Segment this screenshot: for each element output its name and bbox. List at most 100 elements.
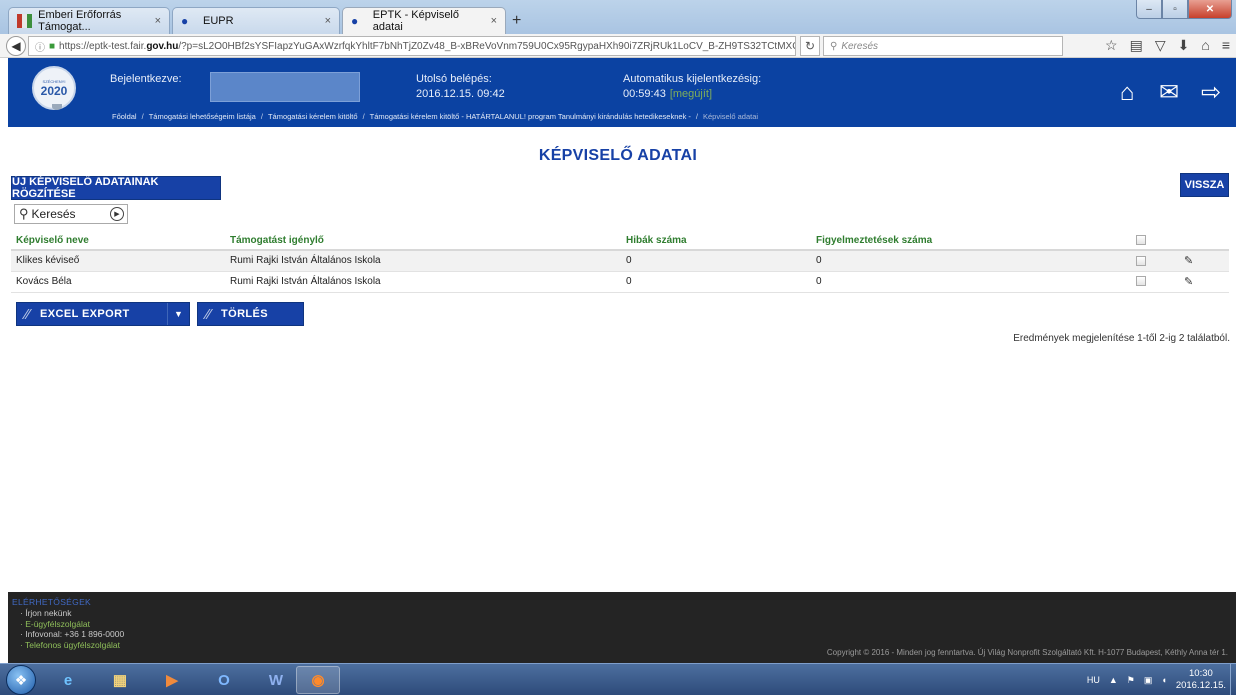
firefox-icon[interactable]: ◉ [296,666,340,694]
col-edit [1179,232,1229,251]
tab-close-icon[interactable]: × [155,15,161,27]
tab-title: Emberi Erőforrás Támogat... [38,9,122,33]
mail-icon[interactable]: ✉ [1156,80,1182,106]
representatives-table: Képviselő neve Támogatást igénylő Hibák … [11,232,1229,293]
copyright-text: Copyright © 2016 - Minden jog fenntartva… [826,648,1228,657]
tab-close-icon[interactable]: × [325,15,331,27]
info-icon: ⓘ [35,42,45,54]
address-bar[interactable]: ⓘ ■ https://eptk-test.fair. gov.hu/?p=sL2… [28,36,796,56]
clock-date: 2016.12.15. [1175,680,1226,691]
logo-pin-icon [52,104,62,110]
chevron-down-icon[interactable]: ▼ [167,303,189,325]
close-window-button[interactable]: ✕ [1188,0,1232,19]
select-all-checkbox[interactable] [1136,235,1146,246]
delete-label: TÖRLÉS [221,308,269,320]
reload-icon[interactable]: ↻ [800,36,820,56]
volume-icon[interactable]: ◖ [1161,675,1166,685]
row-checkbox[interactable] [1136,276,1146,287]
download-icon[interactable]: ⬇ [1178,37,1190,54]
cell-representative-name: Kovács Béla [11,271,225,293]
cell-select [1131,250,1179,272]
search-go-icon[interactable]: ▶ [110,207,124,221]
pencil-icon[interactable]: ✎ [1184,276,1193,288]
system-tray: HU ▲ ⚑ ▣ ◖ 10:30 2016.12.15. [1087,668,1226,692]
browser-tab-strip: Emberi Erőforrás Támogat... × ● EUPR × ●… [0,0,1236,34]
tab-eupr[interactable]: ● EUPR × [172,7,340,34]
pocket-icon[interactable]: ▽ [1155,37,1166,54]
cell-applicant: Rumi Rajki István Általános Iskola [225,271,621,293]
back-arrow-icon[interactable]: ◀ [6,36,26,56]
internet-explorer-icon[interactable]: e [46,666,90,694]
pencil-icon[interactable]: ✎ [1184,255,1193,267]
cell-applicant: Rumi Rajki István Általános Iskola [225,250,621,272]
word-icon[interactable]: W [254,666,298,694]
breadcrumb-item-fooldal[interactable]: Főoldal [112,112,137,121]
tab-emberi-eroforras[interactable]: Emberi Erőforrás Támogat... × [8,7,170,34]
bookmark-star-icon[interactable]: ☆ [1105,37,1118,54]
pin-favicon-icon: ● [181,14,189,28]
cell-warning-count: 0 [811,271,1131,293]
col-representative-name[interactable]: Képviselő neve [11,232,225,251]
breadcrumb-item-current: Képviselő adatai [703,112,759,121]
network-icon[interactable]: ▣ [1144,675,1153,686]
url-path: /?p=sL2O0HBf2sYSFIapzYuGAxWzrfqkYhltF7bN… [178,40,796,52]
language-indicator[interactable]: HU [1087,675,1100,685]
back-button[interactable]: VISSZA [1180,173,1229,197]
windows-start-icon[interactable]: ❖ [6,665,36,695]
col-select-all [1131,232,1179,251]
last-login-label: Utolsó belépés: [416,73,492,85]
action-center-flag-icon[interactable]: ⚑ [1127,675,1135,686]
col-warning-count[interactable]: Figyelmeztetések száma [811,232,1131,251]
home-icon[interactable]: ⌂ [1201,37,1209,54]
logout-icon[interactable]: ⇨ [1198,80,1224,106]
auto-logout-label: Automatikus kijelentkezésig: [623,73,762,85]
footer-link-phone-service[interactable]: · Telefonos ügyfélszolgálat [20,640,124,651]
cell-edit: ✎ [1179,250,1229,272]
minimize-button[interactable]: – [1136,0,1162,19]
last-login-value: 2016.12.15. 09:42 [416,88,505,100]
excel-export-label: EXCEL EXPORT [40,308,130,320]
footer-links: · Írjon nekünk · E-ügyfélszolgálat · Inf… [20,608,124,650]
row-checkbox[interactable] [1136,255,1146,266]
tab-close-icon[interactable]: × [491,15,497,27]
grid-search-field[interactable]: ⚲ Keresés ▶ [14,204,128,224]
paperclip-icon: ⁄⁄ [206,305,212,323]
home-icon[interactable]: ⌂ [1114,80,1140,106]
auto-logout-timer: 00:59:43 [megújít] [623,88,712,100]
cell-error-count: 0 [621,271,811,293]
menu-icon[interactable]: ≡ [1222,37,1230,54]
renew-session-link[interactable]: [megújít] [670,88,712,100]
breadcrumb-item-tamogatasi-lehetosegeim[interactable]: Támogatási lehetőségeim listája [149,112,256,121]
col-error-count[interactable]: Hibák száma [621,232,811,251]
cell-edit: ✎ [1179,271,1229,293]
outlook-icon[interactable]: O [202,666,246,694]
excel-export-button[interactable]: ⁄⁄ EXCEL EXPORT ▼ [16,302,190,326]
table-row[interactable]: Kovács Béla Rumi Rajki István Általános … [11,271,1229,293]
show-hidden-icons-icon[interactable]: ▲ [1109,675,1118,685]
breadcrumb-item-hatartalanul[interactable]: Támogatási kérelem kitöltő - HATÁRTALANU… [370,112,691,121]
table-row[interactable]: Klikes kéviseő Rumi Rajki István Általán… [11,250,1229,272]
new-tab-button[interactable]: + [512,12,521,30]
magnifier-icon: ⚲ [830,40,838,52]
maximize-button[interactable]: ▫ [1162,0,1188,19]
footer-link-e-service[interactable]: · E-ügyfélszolgálat [20,619,124,630]
site-footer: ELÉRHETŐSÉGEK · Írjon nekünk · E-ügyféls… [8,592,1236,663]
window-controls: – ▫ ✕ [1136,0,1232,19]
col-applicant[interactable]: Támogatást igénylő [225,232,621,251]
show-desktop-button[interactable] [1230,664,1236,695]
delete-button[interactable]: ⁄⁄ TÖRLÉS [197,302,304,326]
breadcrumb: Főoldal / Támogatási lehetőségeim listája /… [112,112,759,121]
breadcrumb-item-kerelem-kitolto[interactable]: Támogatási kérelem kitöltő [268,112,358,121]
file-explorer-icon[interactable]: ▦ [98,666,142,694]
logged-in-label: Bejelentkezve: [110,73,182,85]
tab-title: EPTK - Képviselő adatai [372,9,459,33]
taskbar-clock[interactable]: 10:30 2016.12.15. [1176,668,1226,692]
new-representative-button[interactable]: ÚJ KÉPVISELŐ ADATAINAK RÖGZÍTÉSE [11,176,221,200]
reading-list-icon[interactable]: ▤ [1130,37,1143,54]
logged-in-user-field [210,72,360,102]
tab-eptk-kepviselo[interactable]: ● EPTK - Képviselő adatai × [342,7,506,34]
footer-link-write-us[interactable]: · Írjon nekünk [20,608,124,619]
browser-search-input[interactable]: ⚲ Keresés [823,36,1063,56]
search-label: Keresés [31,207,76,221]
media-player-icon[interactable]: ▶ [150,666,194,694]
